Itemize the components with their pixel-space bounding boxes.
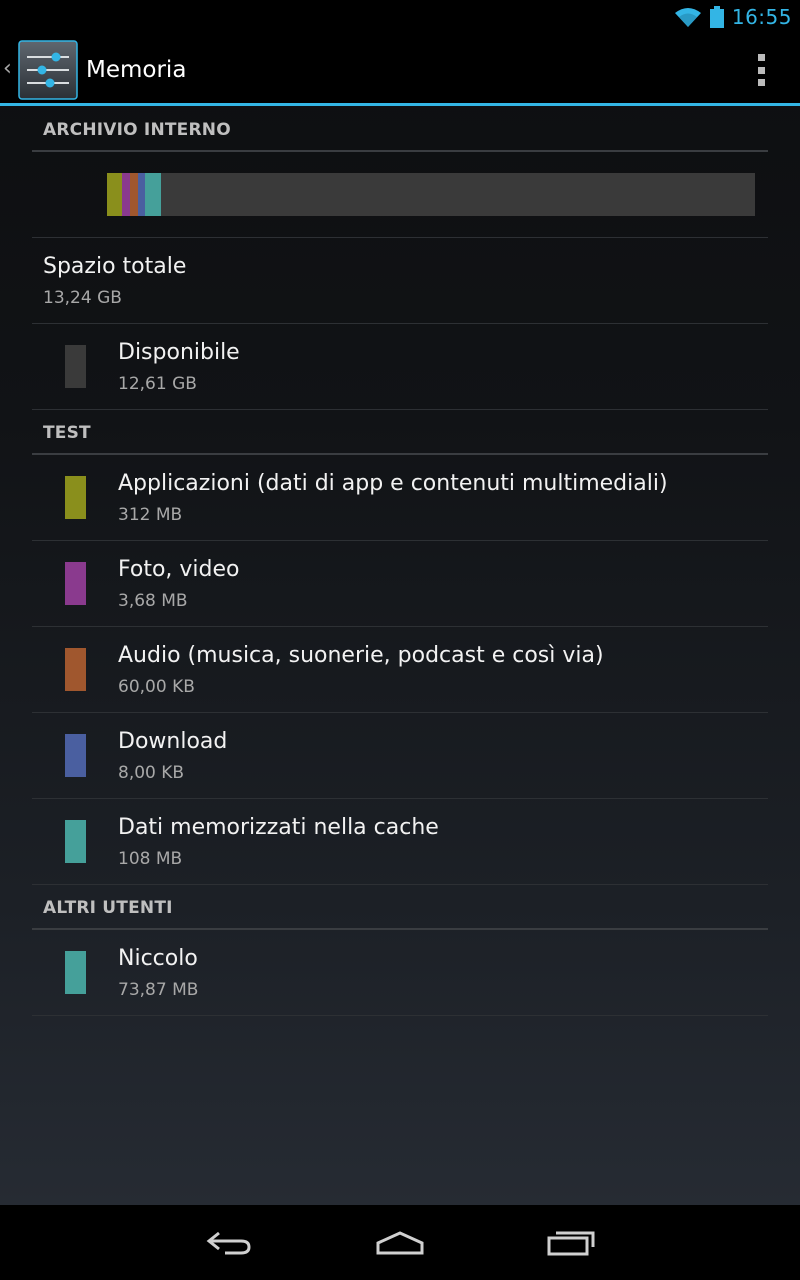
list-item-audio[interactable]: Audio (musica, suonerie, podcast e così … xyxy=(32,627,768,713)
list-item-value: 108 MB xyxy=(118,849,183,869)
list-item-cache[interactable]: Dati memorizzati nella cache 108 MB xyxy=(32,799,768,885)
available-space-row: Disponibile 12,61 GB xyxy=(32,324,768,410)
usage-segment-audio xyxy=(130,173,138,216)
list-item-value: 73,87 MB xyxy=(118,980,199,1000)
wifi-icon xyxy=(674,8,701,27)
total-space-label: Spazio totale xyxy=(43,254,187,279)
list-item-label: Dati memorizzati nella cache xyxy=(118,815,439,840)
up-navigation-icon[interactable]: ‹ xyxy=(3,56,15,82)
back-icon[interactable] xyxy=(205,1225,255,1259)
list-item-label: Niccolo xyxy=(118,946,198,971)
total-space-value: 13,24 GB xyxy=(43,288,122,308)
status-icons: 16:55 xyxy=(674,0,792,34)
status-time: 16:55 xyxy=(731,5,792,29)
list-item-label: Audio (musica, suonerie, podcast e così … xyxy=(118,643,604,668)
storage-usage-bar xyxy=(107,173,755,216)
action-bar: ‹ Memoria xyxy=(0,34,800,106)
usage-segment-downloads xyxy=(138,173,145,216)
section-header-other-users: ALTRI UTENTI xyxy=(32,885,768,930)
user-color-swatch xyxy=(65,951,86,994)
list-item-apps[interactable]: Applicazioni (dati di app e contenuti mu… xyxy=(32,455,768,541)
navigation-bar xyxy=(0,1205,800,1280)
settings-sliders-icon[interactable] xyxy=(18,40,78,100)
list-item-user-niccolo[interactable]: Niccolo 73,87 MB xyxy=(32,930,768,1016)
available-color-swatch xyxy=(65,345,86,388)
list-item-photos-video[interactable]: Foto, video 3,68 MB xyxy=(32,541,768,627)
downloads-color-swatch xyxy=(65,734,86,777)
list-item-value: 312 MB xyxy=(118,505,183,525)
cache-color-swatch xyxy=(65,820,86,863)
status-bar: 16:55 xyxy=(0,0,800,34)
section-header-test: TEST xyxy=(32,410,768,455)
apps-color-swatch xyxy=(65,476,86,519)
overflow-menu-icon[interactable] xyxy=(754,54,768,86)
list-item-value: 8,00 KB xyxy=(118,763,185,783)
usage-segment-cache xyxy=(145,173,161,216)
page-title: Memoria xyxy=(86,57,187,83)
available-space-value: 12,61 GB xyxy=(118,374,197,394)
total-space-row: Spazio totale 13,24 GB xyxy=(32,238,768,324)
list-item-label: Download xyxy=(118,729,228,754)
usage-segment-apps xyxy=(107,173,122,216)
recent-apps-icon[interactable] xyxy=(546,1225,596,1259)
home-icon[interactable] xyxy=(375,1225,425,1259)
usage-segment-photos xyxy=(122,173,130,216)
list-item-label: Foto, video xyxy=(118,557,240,582)
available-space-label: Disponibile xyxy=(118,340,240,365)
list-item-value: 60,00 KB xyxy=(118,677,195,697)
storage-list: ARCHIVIO INTERNO Spazio totale 13,24 GB … xyxy=(32,107,768,1016)
audio-color-swatch xyxy=(65,648,86,691)
list-item-label: Applicazioni (dati di app e contenuti mu… xyxy=(118,471,668,496)
storage-usage-row xyxy=(32,152,768,238)
list-item-download[interactable]: Download 8,00 KB xyxy=(32,713,768,799)
photos-color-swatch xyxy=(65,562,86,605)
list-item-value: 3,68 MB xyxy=(118,591,188,611)
section-header-internal-storage: ARCHIVIO INTERNO xyxy=(32,107,768,152)
battery-icon xyxy=(709,6,724,28)
